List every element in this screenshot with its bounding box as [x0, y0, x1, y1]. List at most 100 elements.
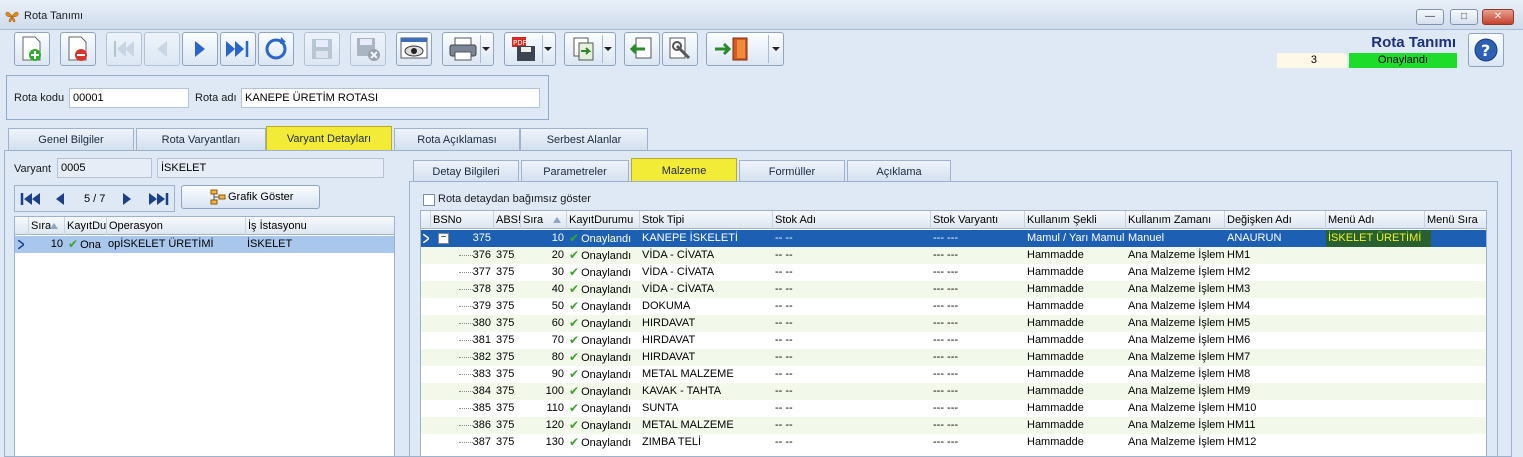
- tab-serbest-alanlar[interactable]: Serbest Alanlar: [520, 128, 648, 150]
- cell-stok-tipi: KANEPE İSKELETİ: [642, 232, 738, 244]
- col-degisken-adi[interactable]: Değişken Adı: [1225, 211, 1326, 229]
- cell-kullanim-sekli: Hammadde: [1027, 351, 1084, 363]
- col-is-istasyonu[interactable]: İş İstasyonu: [246, 217, 396, 235]
- col-kullanim-sekli[interactable]: Kullanım Şekli: [1025, 211, 1126, 229]
- cell-stok-varyanti: --- ---: [933, 317, 959, 329]
- sort-ascending-icon: [553, 217, 561, 223]
- cell-sira: 10: [551, 232, 564, 244]
- tab-malzeme[interactable]: Malzeme: [631, 158, 737, 182]
- grafik-goster-button[interactable]: Grafik Göster: [181, 185, 320, 209]
- maximize-button[interactable]: □: [1450, 9, 1478, 25]
- table-row[interactable]: 387 375 130 ✔ Onaylandı ZIMBA TELİ -- -- --- --…: [421, 434, 1486, 451]
- next-icon[interactable]: [121, 192, 133, 206]
- table-row[interactable]: −375 10 ✔ Onaylandı KANEPE İSKELETİ -- -- --- …: [421, 230, 1486, 247]
- varyant-code-field[interactable]: 0005: [57, 158, 152, 178]
- cell-stok-tipi: HIRDAVAT: [642, 334, 696, 346]
- col-menu-sira[interactable]: Menü Sıra: [1425, 211, 1486, 229]
- col-stok-tipi[interactable]: Stok Tipi: [640, 211, 773, 229]
- col-stok-adi[interactable]: Stok Adı: [773, 211, 931, 229]
- cell-kullanim-zamani: Ana Malzeme İşlemi: [1128, 249, 1225, 261]
- table-row[interactable]: 381 375 70 ✔ Onaylandı HIRDAVAT -- -- --- --- Ha…: [421, 332, 1486, 349]
- help-button[interactable]: ?: [1468, 33, 1504, 67]
- col-kayitdurumu[interactable]: KayıtDu: [65, 217, 107, 235]
- close-button[interactable]: ✕: [1482, 9, 1514, 25]
- export-dropdown-icon[interactable]: [604, 47, 612, 51]
- independent-checkbox[interactable]: [423, 194, 435, 206]
- table-row[interactable]: 380 375 60 ✔ Onaylandı HIRDAVAT -- -- --- --- Ha…: [421, 315, 1486, 332]
- exit-button[interactable]: [706, 32, 784, 66]
- cell-kullanim-zamani: Ana Malzeme İşlemi: [1128, 300, 1225, 312]
- rota-kodu-field[interactable]: 00001: [69, 88, 189, 108]
- cell-sira: 100: [545, 385, 564, 397]
- splitter[interactable]: [396, 216, 406, 457]
- print-dropdown-icon[interactable]: [482, 47, 490, 51]
- tab-aciklama[interactable]: Açıklama: [847, 160, 951, 182]
- table-row[interactable]: 377 375 30 ✔ Onaylandı VİDA - CİVATA -- -- --- …: [421, 264, 1486, 281]
- previous-icon[interactable]: [54, 192, 66, 206]
- pdf-dropdown-icon[interactable]: [544, 47, 552, 51]
- cell-kullanim-sekli: Hammadde: [1027, 317, 1084, 329]
- table-row[interactable]: 382 375 80 ✔ Onaylandı HIRDAVAT -- -- --- --- Ha…: [421, 349, 1486, 366]
- cell-menu-sira: [1425, 230, 1486, 247]
- table-row[interactable]: 386 375 120 ✔ Onaylandı METAL MALZEME -- -- ---…: [421, 417, 1486, 434]
- col-abs[interactable]: ABS!: [494, 211, 521, 229]
- cell-abs: 375: [496, 300, 515, 312]
- table-row[interactable]: 384 375 100 ✔ Onaylandı KAVAK - TAHTA -- -- ---…: [421, 383, 1486, 400]
- cell-stok-adi: -- --: [775, 351, 793, 363]
- varyant-name-field[interactable]: İSKELET: [157, 158, 384, 178]
- tools-button[interactable]: [662, 32, 698, 66]
- cell-stok-adi: -- --: [775, 317, 793, 329]
- cell-sira: 120: [545, 419, 564, 431]
- tab-detay-bilgileri[interactable]: Detay Bilgileri: [413, 160, 519, 182]
- col-sira[interactable]: Sıra: [29, 217, 65, 235]
- cell-kullanim-sekli: Hammadde: [1027, 249, 1084, 261]
- save-button[interactable]: [304, 32, 340, 66]
- tab-varyant-detaylari[interactable]: Varyant Detayları: [266, 126, 392, 150]
- minimize-button[interactable]: —: [1416, 9, 1444, 25]
- refresh-button[interactable]: [258, 32, 294, 66]
- col-kullanim-zamani[interactable]: Kullanım Zamanı: [1126, 211, 1225, 229]
- last-icon[interactable]: [147, 192, 169, 206]
- first-record-button[interactable]: [106, 32, 142, 66]
- col-operasyon[interactable]: Operasyon: [107, 217, 246, 235]
- table-row[interactable]: 383 375 90 ✔ Onaylandı METAL MALZEME -- -- --- …: [421, 366, 1486, 383]
- col-bsno[interactable]: BSNo: [431, 211, 494, 229]
- cell-bsno: 386: [472, 419, 491, 431]
- check-icon: ✔: [569, 248, 580, 262]
- next-record-button[interactable]: [182, 32, 218, 66]
- pdf-export-button[interactable]: PDF: [504, 32, 556, 66]
- tab-formuller[interactable]: Formüller: [739, 160, 845, 182]
- cell-menu-sira: [1425, 417, 1486, 434]
- col-kayitdurumu[interactable]: KayıtDurumu: [567, 211, 640, 229]
- first-icon[interactable]: [20, 192, 42, 206]
- cell-stok-varyanti: --- ---: [933, 368, 959, 380]
- exit-door-icon: [715, 37, 748, 61]
- table-row[interactable]: 379 375 50 ✔ Onaylandı DOKUMA -- -- --- --- Hamm…: [421, 298, 1486, 315]
- floppy-icon: [312, 39, 332, 59]
- table-row[interactable]: 10 ✔ Ona opİSKELET ÜRETİMİ İSKELET: [15, 236, 394, 253]
- table-row[interactable]: 385 375 110 ✔ Onaylandı SUNTA -- -- --- --- Hamm…: [421, 400, 1486, 417]
- exit-dropdown-icon[interactable]: [772, 47, 780, 51]
- tab-genel-bilgiler[interactable]: Genel Bilgiler: [8, 128, 134, 150]
- tab-rota-varyantlari[interactable]: Rota Varyantları: [136, 128, 266, 150]
- tab-rota-aciklamasi[interactable]: Rota Açıklaması: [394, 128, 520, 150]
- cell-kullanim-zamani: Ana Malzeme İşlemi: [1128, 385, 1225, 397]
- rota-adi-field[interactable]: KANEPE ÜRETİM ROTASI: [241, 88, 540, 108]
- import-button[interactable]: [624, 32, 660, 66]
- previous-record-button[interactable]: [144, 32, 180, 66]
- table-row[interactable]: 378 375 40 ✔ Onaylandı VİDA - CİVATA -- -- --- …: [421, 281, 1486, 298]
- preview-button[interactable]: [396, 32, 432, 66]
- cell-stok-adi: -- --: [775, 402, 793, 414]
- table-row[interactable]: 376 375 20 ✔ Onaylandı VİDA - CİVATA -- -- --- …: [421, 247, 1486, 264]
- delete-record-button[interactable]: [60, 32, 96, 66]
- tab-parametreler[interactable]: Parametreler: [521, 160, 629, 182]
- import-icon: [629, 37, 652, 59]
- cell-stok-adi: -- --: [775, 385, 793, 397]
- export-button[interactable]: [564, 32, 616, 66]
- save-and-close-button[interactable]: [350, 32, 386, 66]
- col-stok-varyanti[interactable]: Stok Varyantı: [931, 211, 1025, 229]
- col-menu-adi[interactable]: Menü Adı: [1326, 211, 1425, 229]
- last-record-button[interactable]: [220, 32, 256, 66]
- new-record-button[interactable]: [14, 32, 50, 66]
- print-button[interactable]: [442, 32, 494, 66]
